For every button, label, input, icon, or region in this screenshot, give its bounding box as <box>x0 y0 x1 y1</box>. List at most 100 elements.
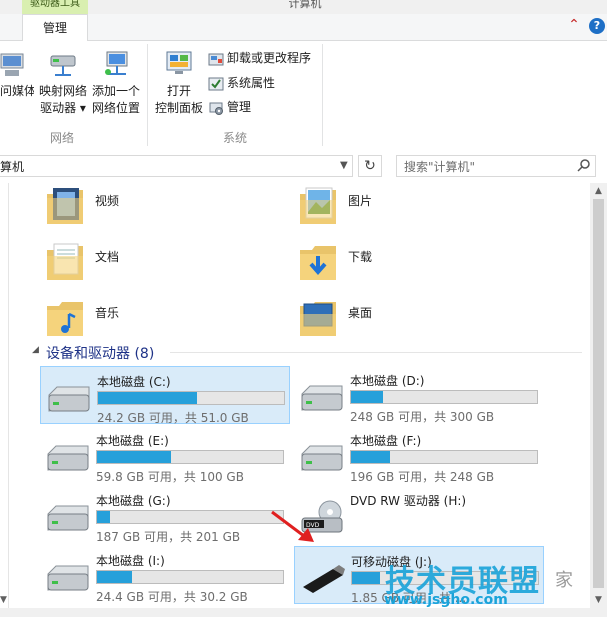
folder-label: 桌面 <box>348 306 373 320</box>
system-properties-icon <box>208 77 224 90</box>
hard-disk-icon <box>47 565 89 591</box>
scroll-up-icon[interactable]: ▲ <box>590 183 607 199</box>
folder-label: 文档 <box>95 250 120 264</box>
folder-item-desktop[interactable]: 桌面 <box>298 296 538 346</box>
red-arrow-icon <box>271 510 314 542</box>
drive-name: 本地磁盘 (G:) <box>96 494 171 508</box>
downloads-folder-icon <box>300 246 336 280</box>
drive-space: 187 GB 可用，共 201 GB <box>96 530 241 544</box>
drive-usage-bar <box>96 510 284 524</box>
watermark-url: www.jsgho.com <box>384 592 508 608</box>
uninstall-program-label: 卸载或更改程序 <box>227 51 312 65</box>
search-icon[interactable] <box>577 158 591 172</box>
system-properties-label: 系统属性 <box>227 76 276 90</box>
open-control-panel-label: 打开 控制面板 <box>154 84 203 115</box>
help-button[interactable]: ? <box>589 18 605 34</box>
address-bar[interactable] <box>0 155 353 177</box>
add-network-location-icon <box>105 51 128 75</box>
drive-usage-fill <box>351 391 383 403</box>
drive-item[interactable]: 本地磁盘 (F:) 196 GB 可用，共 248 GB <box>294 426 544 484</box>
scroll-down-icon[interactable]: ▼ <box>590 592 607 608</box>
drive-space: 248 GB 可用，共 300 GB <box>350 410 495 424</box>
folder-label: 图片 <box>348 194 373 208</box>
nav-scroll-down-icon[interactable]: ▼ <box>0 592 10 608</box>
scrollbar-thumb[interactable] <box>593 199 604 588</box>
watermark-tail: 家 <box>555 570 573 591</box>
drive-usage-fill <box>97 451 171 463</box>
drive-usage-fill <box>351 451 390 463</box>
hard-disk-icon <box>301 445 343 471</box>
drive-space: 196 GB 可用，共 248 GB <box>350 470 495 484</box>
map-network-drive-label: 映射网络 驱动器 ▾ <box>38 84 87 115</box>
drive-name: 本地磁盘 (C:) <box>97 375 171 389</box>
drive-usage-fill <box>352 572 380 584</box>
address-path: 算机 <box>0 160 25 174</box>
manage-button[interactable]: 管理 <box>208 96 251 118</box>
folder-item-pictures[interactable]: 图片 <box>298 184 538 234</box>
drive-usage-bar <box>350 390 538 404</box>
folder-item-documents[interactable]: 文档 <box>45 240 285 290</box>
drive-space: 24.2 GB 可用，共 51.0 GB <box>97 411 249 425</box>
folder-item-videos[interactable]: 视频 <box>45 184 285 234</box>
drive-usage-fill <box>97 511 110 523</box>
refresh-button[interactable]: ↻ <box>358 155 382 177</box>
media-icon <box>0 53 24 76</box>
documents-folder-icon <box>47 243 83 280</box>
uninstall-program-button[interactable]: 卸载或更改程序 <box>208 47 311 69</box>
tab-manage[interactable]: 管理 <box>22 14 88 41</box>
drive-usage-bar <box>96 450 284 464</box>
manage-icon <box>209 102 223 115</box>
music-folder-icon <box>47 302 83 336</box>
access-media-button[interactable]: 访问媒体 <box>0 41 34 121</box>
window-title: 计算机 <box>288 0 322 10</box>
manage-label: 管理 <box>227 100 252 114</box>
uninstall-icon <box>208 53 224 65</box>
navigation-pane[interactable] <box>0 183 9 608</box>
add-network-location-button[interactable]: 添加一个 网络位置 <box>90 41 142 121</box>
drive-name: DVD RW 驱动器 (H:) <box>350 494 467 508</box>
map-network-drive-icon <box>50 55 76 76</box>
drive-space: 24.4 GB 可用，共 30.2 GB <box>96 590 248 604</box>
pictures-folder-icon <box>300 187 336 224</box>
drive-usage-bar <box>350 450 538 464</box>
drive-space: 59.8 GB 可用，共 100 GB <box>96 470 244 484</box>
add-network-location-label: 添加一个 网络位置 <box>91 84 140 115</box>
drive-name: 本地磁盘 (E:) <box>96 434 169 448</box>
group-label-network: 网络 <box>49 131 74 145</box>
folder-label: 视频 <box>95 194 120 208</box>
context-tab-label: 驱动器工具 <box>22 0 88 14</box>
drive-item[interactable]: 本地磁盘 (E:) 59.8 GB 可用，共 100 GB <box>40 426 290 484</box>
drive-item[interactable]: DVD DVD RW 驱动器 (H:) <box>294 486 544 544</box>
group-separator <box>322 44 323 146</box>
drive-item[interactable]: 本地磁盘 (C:) 24.2 GB 可用，共 51.0 GB <box>40 366 290 425</box>
hard-disk-icon <box>301 385 343 411</box>
folder-item-downloads[interactable]: 下载 <box>298 240 538 290</box>
ribbon-tab-row <box>0 14 607 41</box>
drive-usage-fill <box>97 571 132 583</box>
drive-name: 本地磁盘 (D:) <box>350 374 425 388</box>
system-properties-button[interactable]: 系统属性 <box>208 72 275 94</box>
map-network-drive-button[interactable]: 映射网络 驱动器 ▾ <box>38 41 88 121</box>
devices-group-header[interactable]: 设备和驱动器 (8) <box>46 343 154 363</box>
collapse-chevron-icon[interactable]: ◢ <box>32 345 39 355</box>
usb-drive-icon <box>303 565 345 593</box>
group-label-system: 系统 <box>222 131 247 145</box>
drive-item[interactable]: 本地磁盘 (G:) 187 GB 可用，共 201 GB <box>40 486 290 544</box>
open-control-panel-button[interactable]: 打开 控制面板 <box>152 41 206 121</box>
ribbon-collapse-icon[interactable]: ⌃ <box>566 18 582 34</box>
drive-item[interactable]: 本地磁盘 (D:) 248 GB 可用，共 300 GB <box>294 366 544 424</box>
hard-disk-icon <box>47 445 89 471</box>
hard-disk-icon <box>48 386 90 412</box>
folder-item-music[interactable]: 音乐 <box>45 296 285 346</box>
status-bar <box>0 608 607 617</box>
folder-label: 音乐 <box>95 306 120 320</box>
access-media-label: 访问媒体 <box>0 84 34 98</box>
drive-item[interactable]: 本地磁盘 (I:) 24.4 GB 可用，共 30.2 GB <box>40 546 290 604</box>
control-panel-icon <box>166 51 192 74</box>
group-divider <box>170 352 582 353</box>
desktop-folder-icon <box>300 302 336 336</box>
chevron-down-icon[interactable]: ▼ <box>340 158 352 174</box>
video-folder-icon <box>47 188 83 224</box>
drive-name: 本地磁盘 (F:) <box>350 434 422 448</box>
drive-name: 本地磁盘 (I:) <box>96 554 165 568</box>
